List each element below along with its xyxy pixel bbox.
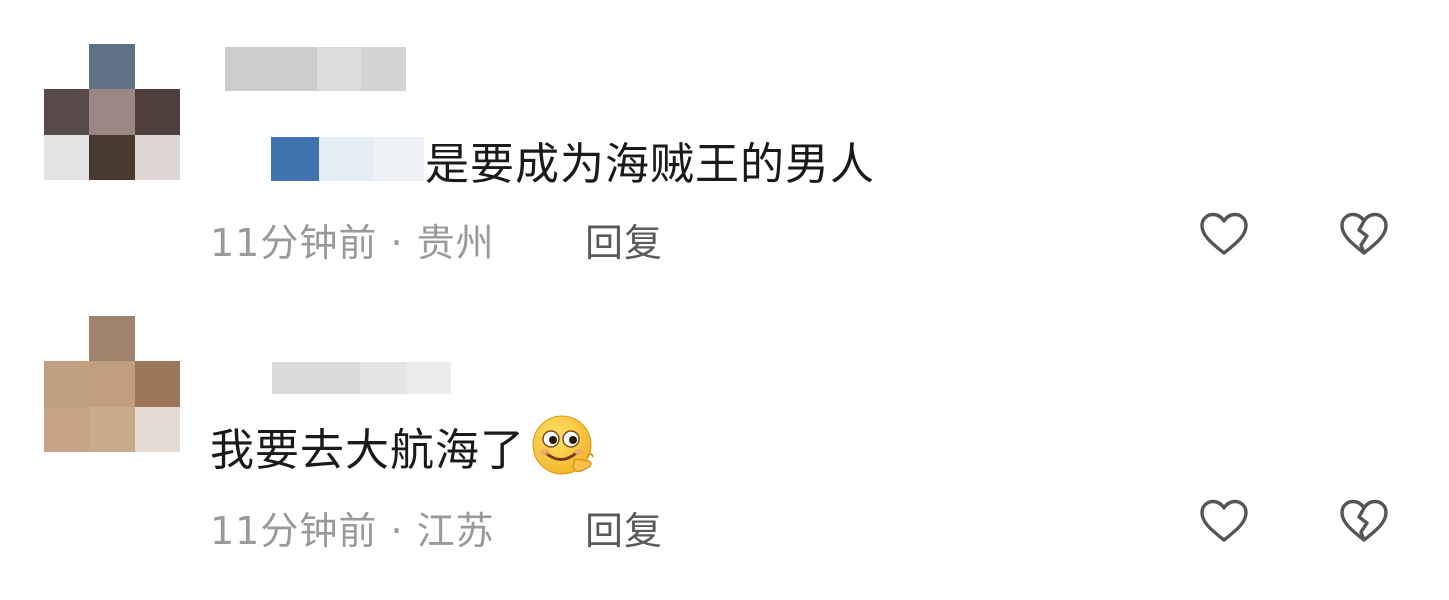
avatar[interactable] bbox=[44, 316, 180, 452]
avatar-pixel bbox=[134, 406, 180, 452]
comment-meta: 11分钟前 · 贵州 bbox=[210, 212, 495, 267]
comment-location: 江苏 bbox=[416, 509, 495, 553]
reply-button[interactable]: 回复 bbox=[585, 212, 663, 267]
comment-meta: 11分钟前 · 江苏 bbox=[210, 500, 495, 555]
meta-separator: · bbox=[377, 221, 417, 265]
comment-location: 贵州 bbox=[416, 221, 495, 265]
username-redacted[interactable] bbox=[225, 47, 406, 91]
redaction-segment bbox=[361, 47, 406, 91]
avatar-pixel bbox=[44, 44, 90, 90]
redaction-segment bbox=[319, 137, 374, 181]
dislike-button[interactable] bbox=[1336, 493, 1392, 549]
comment-text: 我要去大航海了 bbox=[210, 408, 599, 484]
avatar-pixel bbox=[44, 406, 90, 452]
avatar-pixel bbox=[44, 361, 90, 407]
avatar-pixel bbox=[89, 44, 135, 90]
dislike-button[interactable] bbox=[1336, 206, 1392, 262]
avatar-pixel bbox=[134, 316, 180, 362]
broken-heart-outline-icon bbox=[1336, 206, 1392, 262]
redaction-segment bbox=[317, 47, 361, 91]
avatar[interactable] bbox=[44, 44, 180, 180]
heart-outline-icon bbox=[1196, 493, 1252, 549]
reply-button[interactable]: 回复 bbox=[585, 500, 663, 555]
redaction-segment bbox=[406, 362, 451, 394]
avatar-pixel bbox=[134, 361, 180, 407]
redaction-segment bbox=[360, 362, 406, 394]
like-button[interactable] bbox=[1196, 206, 1252, 262]
avatar-pixel bbox=[134, 44, 180, 90]
avatar-pixel bbox=[89, 361, 135, 407]
avatar-pixel bbox=[44, 89, 90, 135]
avatar-pixel bbox=[89, 316, 135, 362]
avatar-pixel bbox=[89, 134, 135, 180]
heart-outline-icon bbox=[1196, 206, 1252, 262]
redaction-segment bbox=[272, 362, 360, 394]
avatar-pixel bbox=[134, 89, 180, 135]
username-redacted[interactable] bbox=[272, 362, 451, 394]
avatar-pixel bbox=[44, 316, 90, 362]
avatar-pixel bbox=[89, 89, 135, 135]
avatar-pixel bbox=[89, 406, 135, 452]
comment-time: 11分钟前 bbox=[210, 509, 378, 553]
like-button[interactable] bbox=[1196, 493, 1252, 549]
comment-text: 是要成为海贼王的男人 bbox=[425, 132, 875, 190]
comment-text-content: 是要成为海贼王的男人 bbox=[425, 139, 875, 190]
redaction-segment bbox=[374, 137, 424, 181]
smirk-emoji-icon bbox=[529, 411, 599, 481]
avatar-pixel bbox=[134, 134, 180, 180]
broken-heart-outline-icon bbox=[1336, 493, 1392, 549]
comment-text-content: 我要去大航海了 bbox=[210, 425, 525, 476]
comment-time: 11分钟前 bbox=[210, 221, 378, 265]
avatar-pixel bbox=[44, 134, 90, 180]
redaction-segment bbox=[271, 137, 319, 181]
redaction-segment bbox=[225, 47, 317, 91]
meta-separator: · bbox=[377, 509, 417, 553]
mention-redacted[interactable] bbox=[271, 137, 424, 181]
